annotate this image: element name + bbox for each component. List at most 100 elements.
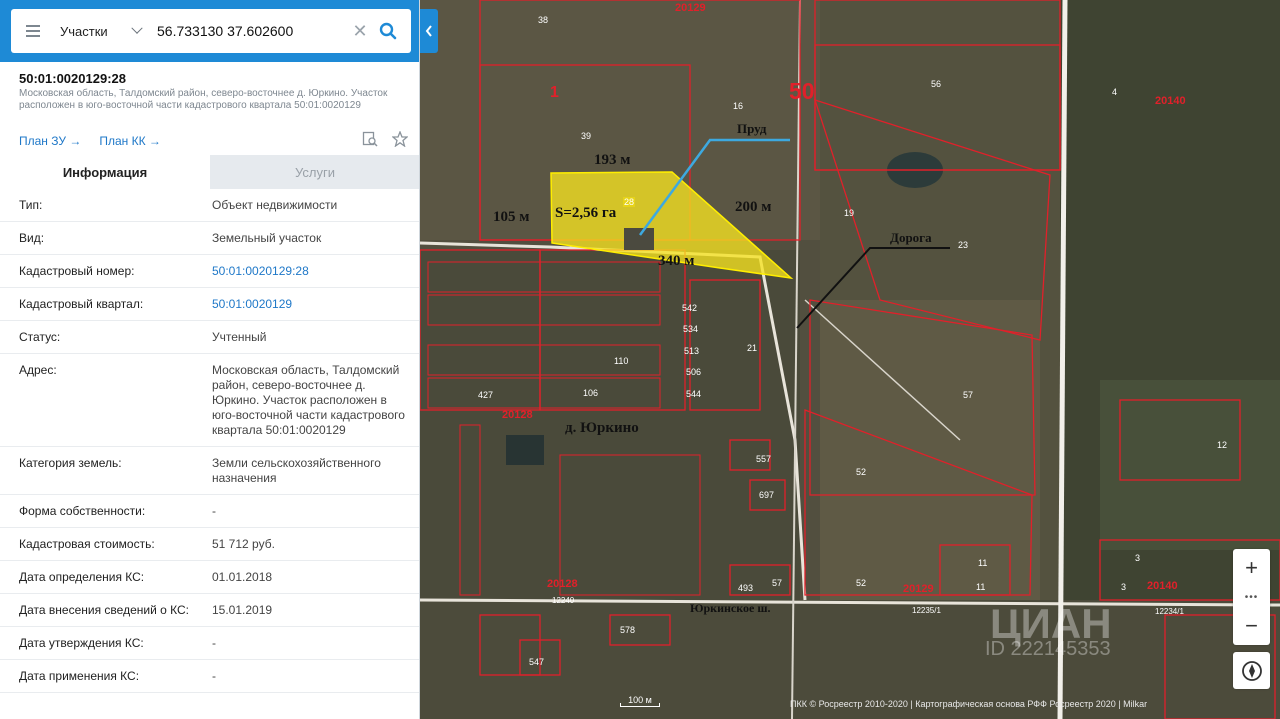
quarter-label: 20128 [502, 409, 533, 421]
search-button[interactable] [371, 9, 405, 53]
cadastral-map[interactable]: 50 193 м 105 м S=2,56 га 200 м 340 м Пру… [420, 0, 1280, 719]
map-attribution: ПКК © Росреестр 2010-2020 | Картографиче… [790, 699, 1148, 709]
info-table: Тип: Объект недвижимости Вид: Земельный уч… [0, 189, 419, 693]
plot-number: 11 [978, 558, 988, 568]
plot-number: 557 [756, 454, 772, 464]
plot-number: 16 [733, 101, 744, 111]
plot-number: 12 [1217, 440, 1228, 450]
menu-icon [26, 35, 40, 37]
plot-number: 534 [683, 324, 699, 334]
info-row-value-approval-date: Дата утверждения КС: - [0, 627, 419, 660]
plot-number: 57 [963, 390, 974, 400]
layer-select-value: Участки [60, 23, 108, 39]
info-key: Статус: [19, 330, 61, 344]
search-input[interactable] [157, 23, 347, 39]
info-key: Кадастровая стоимость: [19, 537, 155, 551]
object-tools [362, 131, 408, 147]
side-length-105-label: 105 м [493, 209, 530, 225]
info-key: Дата применения КС: [19, 669, 140, 683]
star-icon[interactable] [392, 131, 408, 147]
plot-number: 697 [759, 490, 775, 500]
info-panel: Участки ✕ 50:01:0020129:28 Московская об… [0, 0, 420, 719]
scale-bar-line [620, 703, 660, 707]
layer-select[interactable]: Участки [55, 22, 147, 39]
plot-number: 38 [538, 15, 549, 25]
plot-number: 427 [478, 390, 494, 400]
info-key: Вид: [19, 231, 45, 245]
plot-number: 56 [931, 79, 942, 89]
plot-number: 542 [682, 303, 698, 313]
village-label: д. Юркино [565, 420, 639, 436]
menu-icon [26, 25, 40, 27]
menu-icon [26, 30, 40, 32]
plot-number: 28 [623, 197, 636, 207]
plan-kk-link[interactable]: План КК → [99, 134, 161, 148]
plot-number: 578 [620, 625, 636, 635]
tab-bar: Информация Услуги [0, 155, 419, 189]
info-row-status: Статус: Учтенный [0, 321, 419, 354]
info-value: - [212, 669, 216, 683]
info-value: Объект недвижимости [212, 198, 338, 212]
info-value: 01.01.2018 [212, 570, 273, 584]
zoom-control: + ••• − [1233, 549, 1270, 645]
cadastral-number-link[interactable]: 50:01:0020129:28 [212, 264, 408, 279]
plot-number: 493 [738, 583, 754, 593]
road-label: Дорога [890, 230, 932, 245]
menu-button[interactable] [11, 9, 55, 53]
plot-number: 506 [686, 367, 702, 377]
info-row-kind: Вид: Земельный участок [0, 222, 419, 255]
side-length-340-label: 340 м [658, 253, 695, 269]
plot-number: 110 [614, 356, 629, 366]
search-box: Участки ✕ [11, 9, 411, 53]
info-row-value-date: Дата определения КС: 01.01.2018 [0, 561, 419, 594]
quarter-label: 20140 [1155, 95, 1186, 107]
plot-number: 57 [772, 578, 783, 588]
plot-number: 513 [684, 346, 700, 356]
road-number: 12240 [552, 596, 575, 605]
collapse-panel-button[interactable] [420, 9, 438, 53]
info-row-type: Тип: Объект недвижимости [0, 189, 419, 222]
side-length-193-label: 193 м [594, 152, 631, 168]
object-title: 50:01:0020129:28 [19, 71, 126, 86]
info-row-cadastral-quarter: Кадастровый квартал: 50:01:0020129 [0, 288, 419, 321]
zoom-in-button[interactable]: + [1233, 549, 1270, 587]
info-row-cadastral-value: Кадастровая стоимость: 51 712 руб. [0, 528, 419, 561]
search-icon [379, 22, 397, 40]
plot-number: 19 [844, 208, 855, 218]
chevron-down-icon [131, 22, 143, 34]
side-length-200-label: 200 м [735, 199, 772, 215]
chevron-left-icon [425, 25, 432, 37]
clear-icon[interactable]: ✕ [349, 21, 371, 42]
info-key: Адрес: [19, 363, 57, 377]
plot-area-label: S=2,56 га [555, 205, 617, 221]
plot-number: 52 [856, 578, 867, 588]
plot-number: 52 [856, 467, 867, 477]
info-value: - [212, 504, 216, 518]
info-row-land-category: Категория земель: Земли сельскохозяйствен… [0, 447, 419, 495]
compass-button[interactable] [1233, 652, 1270, 689]
info-row-ownership: Форма собственности: - [0, 495, 419, 528]
plot-number: 4 [1112, 87, 1118, 97]
plot-number: 23 [958, 240, 969, 250]
tab-services[interactable]: Услуги [210, 155, 419, 189]
more-tools-button[interactable]: ••• [1245, 587, 1259, 607]
plot-number: 1 [550, 84, 559, 101]
search-on-map-icon[interactable] [362, 131, 378, 147]
plot-number: 544 [686, 389, 702, 399]
tab-information[interactable]: Информация [0, 155, 210, 189]
zoom-out-button[interactable]: − [1233, 607, 1270, 645]
scale-bar: 100 м [620, 695, 660, 709]
watermark-id: ID 222145353 [985, 638, 1111, 660]
highway-label: Юркинское ш. [690, 601, 771, 615]
search-bar: Участки ✕ [0, 0, 419, 62]
plot-number: 3 [1121, 582, 1127, 592]
info-row-address: Адрес: Московская область, Талдомский рай… [0, 354, 419, 447]
cadastral-quarter-link[interactable]: 50:01:0020129 [212, 297, 408, 312]
compass-icon [1241, 660, 1262, 681]
plan-zu-link[interactable]: План ЗУ → [19, 134, 81, 148]
info-key: Кадастровый номер: [19, 264, 135, 278]
info-value: Учтенный [212, 330, 267, 344]
info-key: Дата утверждения КС: [19, 636, 144, 650]
info-value: - [212, 636, 216, 650]
quarter-label: 20129 [675, 2, 706, 14]
